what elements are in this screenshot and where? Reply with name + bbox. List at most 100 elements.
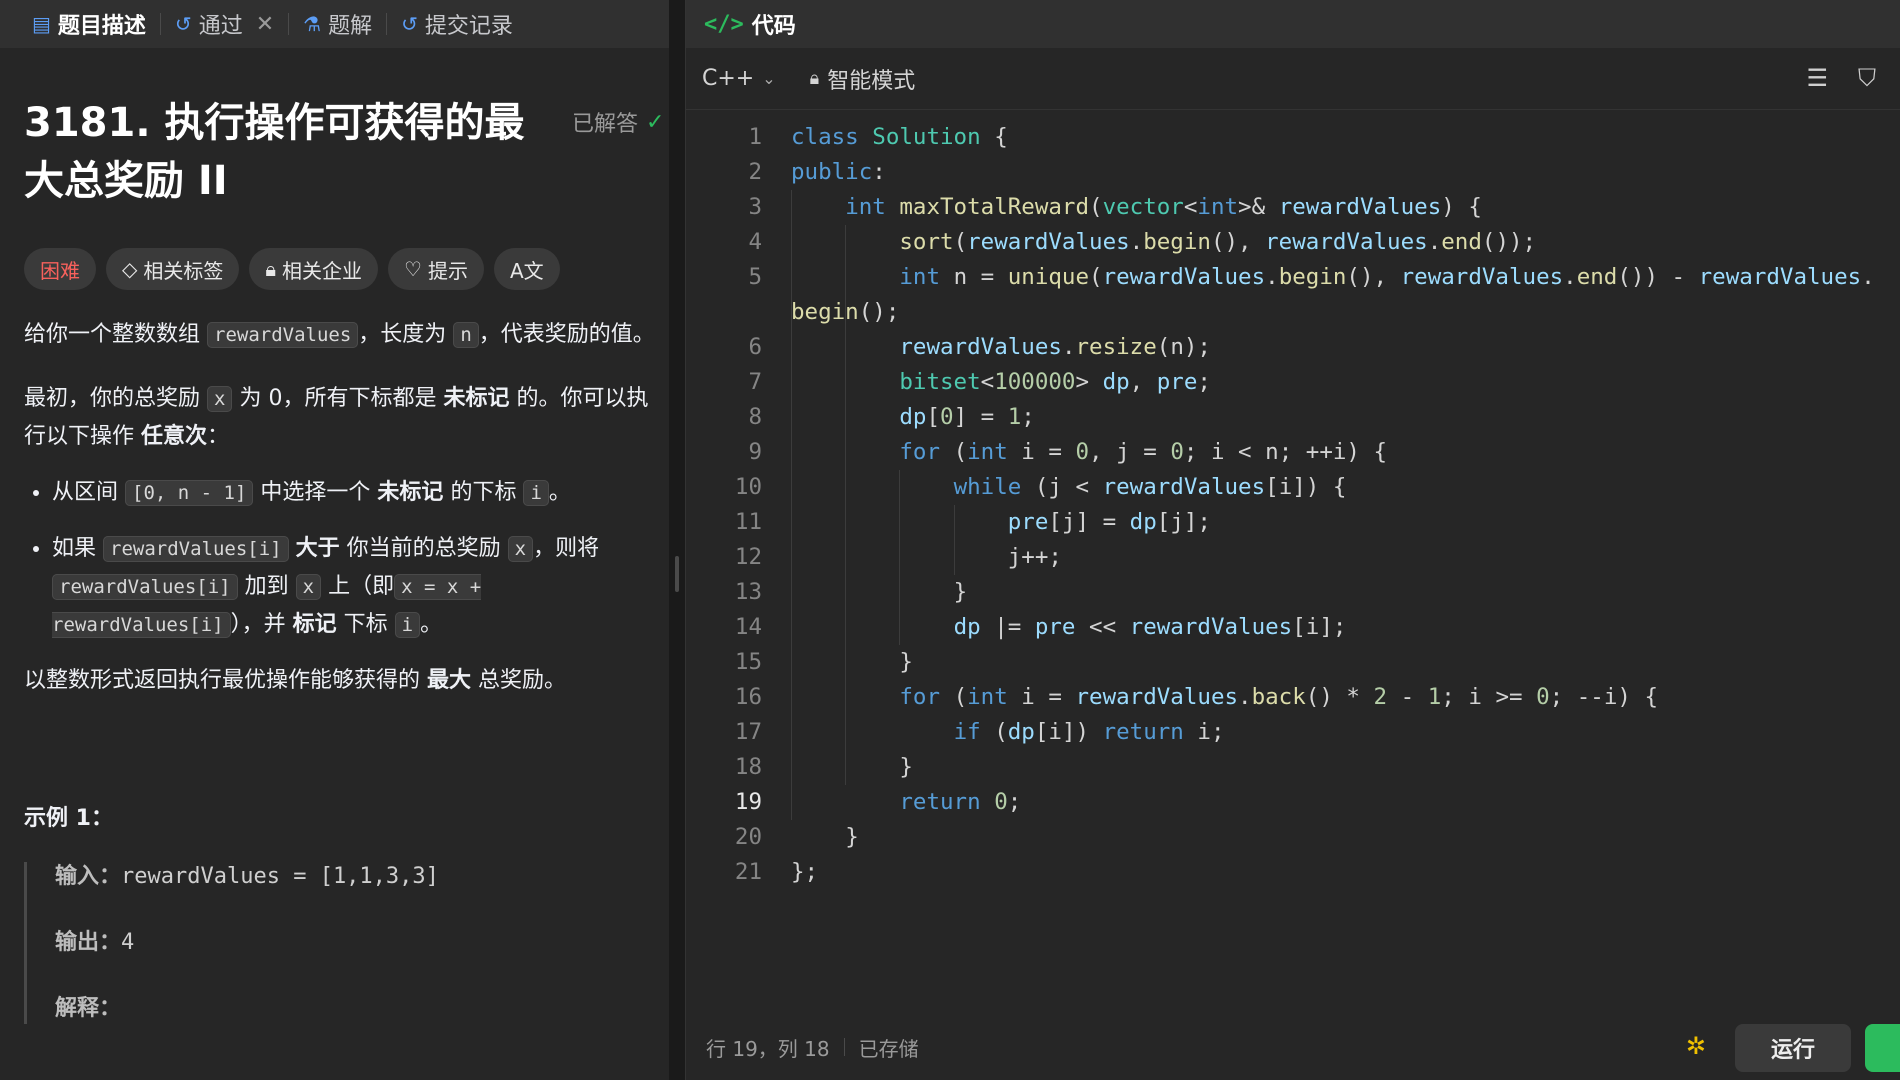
code-editor[interactable]: 1 class Solution { 2 public: 3 int maxTotalR… bbox=[686, 110, 1900, 1010]
code-line[interactable]: 19 return 0; bbox=[686, 785, 1900, 820]
code-line[interactable]: 7 bitset<100000> dp, pre; bbox=[686, 365, 1900, 400]
debug-icon[interactable]: ✲ bbox=[1686, 1032, 1706, 1060]
left-tab-bar: ▤ 题目描述 ↺ 通过 ✕ ⚗ 题解 ↺ 提交记录 bbox=[0, 0, 669, 48]
code-line[interactable]: 10 while (j < rewardValues[i]) { bbox=[686, 470, 1900, 505]
code-line[interactable]: 8 dp[0] = 1; bbox=[686, 400, 1900, 435]
code-text: return 0; bbox=[899, 789, 1022, 815]
tab-accepted[interactable]: ↺ 通过 ✕ bbox=[161, 0, 288, 48]
code-text: } bbox=[899, 649, 913, 675]
related-companies-button[interactable]: 🔒︎ 相关企业 bbox=[249, 248, 379, 290]
example-output: 输出：4 bbox=[55, 928, 669, 958]
smart-mode-toggle[interactable]: 🔒︎ 智能模式 bbox=[810, 63, 916, 95]
inline-code: i bbox=[523, 480, 549, 506]
code-line[interactable]: 18 } bbox=[686, 750, 1900, 785]
inline-code: i bbox=[394, 612, 421, 638]
line-number: 15 bbox=[734, 649, 762, 675]
line-number: 11 bbox=[734, 509, 762, 535]
flask-icon: ⚗ bbox=[303, 12, 322, 36]
title-row: 3181. 执行操作可获得的最大总奖励 II 已解答 ✓ bbox=[24, 94, 669, 244]
line-number: 21 bbox=[734, 859, 762, 885]
submit-button[interactable] bbox=[1865, 1024, 1900, 1072]
code-line[interactable]: 15 } bbox=[686, 645, 1900, 680]
cursor-position: 行 19，列 18 bbox=[706, 1036, 830, 1061]
tab-solutions[interactable]: ⚗ 题解 bbox=[289, 0, 386, 48]
code-line[interactable]: 5 int n = unique(rewardValues.begin(), r… bbox=[686, 260, 1900, 295]
text: ），并 bbox=[230, 612, 286, 637]
code-text: for (int i = rewardValues.back() * 2 - 1… bbox=[899, 684, 1658, 710]
translate-button[interactable]: A文 bbox=[493, 248, 560, 290]
text: 总奖励。 bbox=[478, 668, 567, 693]
code-line[interactable]: 21}; bbox=[686, 855, 1900, 890]
code-text: } bbox=[953, 579, 968, 605]
code-text: dp[0] = 1; bbox=[899, 404, 1035, 430]
panel-splitter[interactable] bbox=[669, 0, 685, 1080]
tab-label: 题解 bbox=[328, 14, 373, 39]
example-input: 输入：rewardValues = [1,1,3,3] bbox=[55, 862, 669, 892]
language-select[interactable]: C++ ⌄ bbox=[702, 66, 776, 91]
code-text: rewardValues.resize(n); bbox=[899, 334, 1211, 360]
text: ，则将 bbox=[533, 536, 600, 561]
code-icon: </> bbox=[704, 11, 744, 37]
drag-handle[interactable] bbox=[675, 556, 679, 592]
code-line[interactable]: 16 for (int i = rewardValues.back() * 2 … bbox=[686, 680, 1900, 715]
format-icon[interactable]: ☰ bbox=[1806, 64, 1828, 92]
hint-button[interactable]: ♡ 提示 bbox=[388, 248, 484, 290]
line-number: 9 bbox=[748, 439, 762, 465]
code-line[interactable]: 13 } bbox=[686, 575, 1900, 610]
line-number: 4 bbox=[748, 229, 762, 255]
tab-submissions[interactable]: ↺ 提交记录 bbox=[387, 0, 527, 48]
code-text: bitset<100000> dp, pre; bbox=[899, 369, 1211, 395]
code-panel-title: 代码 bbox=[751, 14, 796, 39]
text: 的下标 bbox=[450, 480, 517, 505]
code-line[interactable]: 6 rewardValues.resize(n); bbox=[686, 330, 1900, 365]
problem-title: 3181. 执行操作可获得的最大总奖励 II bbox=[24, 100, 525, 204]
bold-text: 大于 bbox=[295, 536, 340, 561]
example-title: 示例 1： bbox=[24, 806, 113, 831]
code-line[interactable]: begin(); bbox=[686, 295, 1900, 330]
bookmark-icon[interactable]: ⛉ bbox=[1858, 64, 1876, 92]
code-line[interactable]: 12 j++; bbox=[686, 540, 1900, 575]
line-number: 1 bbox=[748, 124, 762, 150]
run-button[interactable]: 运行 bbox=[1735, 1024, 1851, 1072]
related-tags-button[interactable]: ◇ 相关标签 bbox=[106, 248, 240, 290]
code-text: } bbox=[899, 754, 913, 780]
chevron-down-icon: ⌄ bbox=[762, 69, 776, 88]
code-line[interactable]: 14 dp |= pre << rewardValues[i]; bbox=[686, 610, 1900, 645]
line-number: 19 bbox=[734, 789, 762, 815]
solved-status: 已解答 ✓ bbox=[572, 106, 664, 138]
tag-label: 困难 bbox=[40, 258, 80, 283]
code-text: for (int i = 0, j = 0; i < n; ++i) { bbox=[899, 439, 1388, 465]
line-number: 3 bbox=[748, 194, 762, 220]
code-line[interactable]: 17 if (dp[i]) return i; bbox=[686, 715, 1900, 750]
code-line[interactable]: 11 pre[j] = dp[j]; bbox=[686, 505, 1900, 540]
code-line[interactable]: 9 for (int i = 0, j = 0; i < n; ++i) { bbox=[686, 435, 1900, 470]
line-number: 6 bbox=[748, 334, 762, 360]
code-line[interactable]: 3 int maxTotalReward(vector<int>& reward… bbox=[686, 190, 1900, 225]
code-text: class Solution { bbox=[791, 124, 1008, 150]
bold-text: 任意次 bbox=[141, 424, 208, 449]
text: ，长度为 bbox=[358, 322, 447, 347]
indent-guide bbox=[899, 470, 901, 645]
line-number: 14 bbox=[734, 614, 762, 640]
saved-status: 已存储 bbox=[858, 1036, 919, 1061]
lock-icon: 🔒︎ bbox=[809, 68, 820, 89]
text: 你当前的总奖励 bbox=[346, 536, 501, 561]
code-text: }; bbox=[791, 859, 819, 885]
list-item: 从区间 [0, n - 1] 中选择一个 未标记 的下标 i。 bbox=[52, 474, 664, 512]
code-line[interactable]: 1 class Solution { bbox=[686, 120, 1900, 155]
text: 加到 bbox=[244, 574, 289, 599]
text: 下标 bbox=[343, 612, 388, 637]
line-number: 5 bbox=[748, 264, 762, 290]
tab-description[interactable]: ▤ 题目描述 bbox=[18, 0, 160, 48]
text: 以整数形式返回执行最优操作能够获得的 bbox=[24, 668, 421, 693]
inline-code: x bbox=[295, 574, 322, 600]
line-number: 2 bbox=[748, 159, 762, 185]
code-line[interactable]: 20 } bbox=[686, 820, 1900, 855]
tab-label: 通过 bbox=[198, 14, 243, 39]
text: ： bbox=[207, 424, 230, 449]
code-line[interactable]: 2 public: bbox=[686, 155, 1900, 190]
close-icon[interactable]: ✕ bbox=[256, 12, 274, 37]
bold-text: 未标记 bbox=[377, 480, 444, 505]
line-number: 12 bbox=[734, 544, 762, 570]
code-line[interactable]: 4 sort(rewardValues.begin(), rewardValue… bbox=[686, 225, 1900, 260]
